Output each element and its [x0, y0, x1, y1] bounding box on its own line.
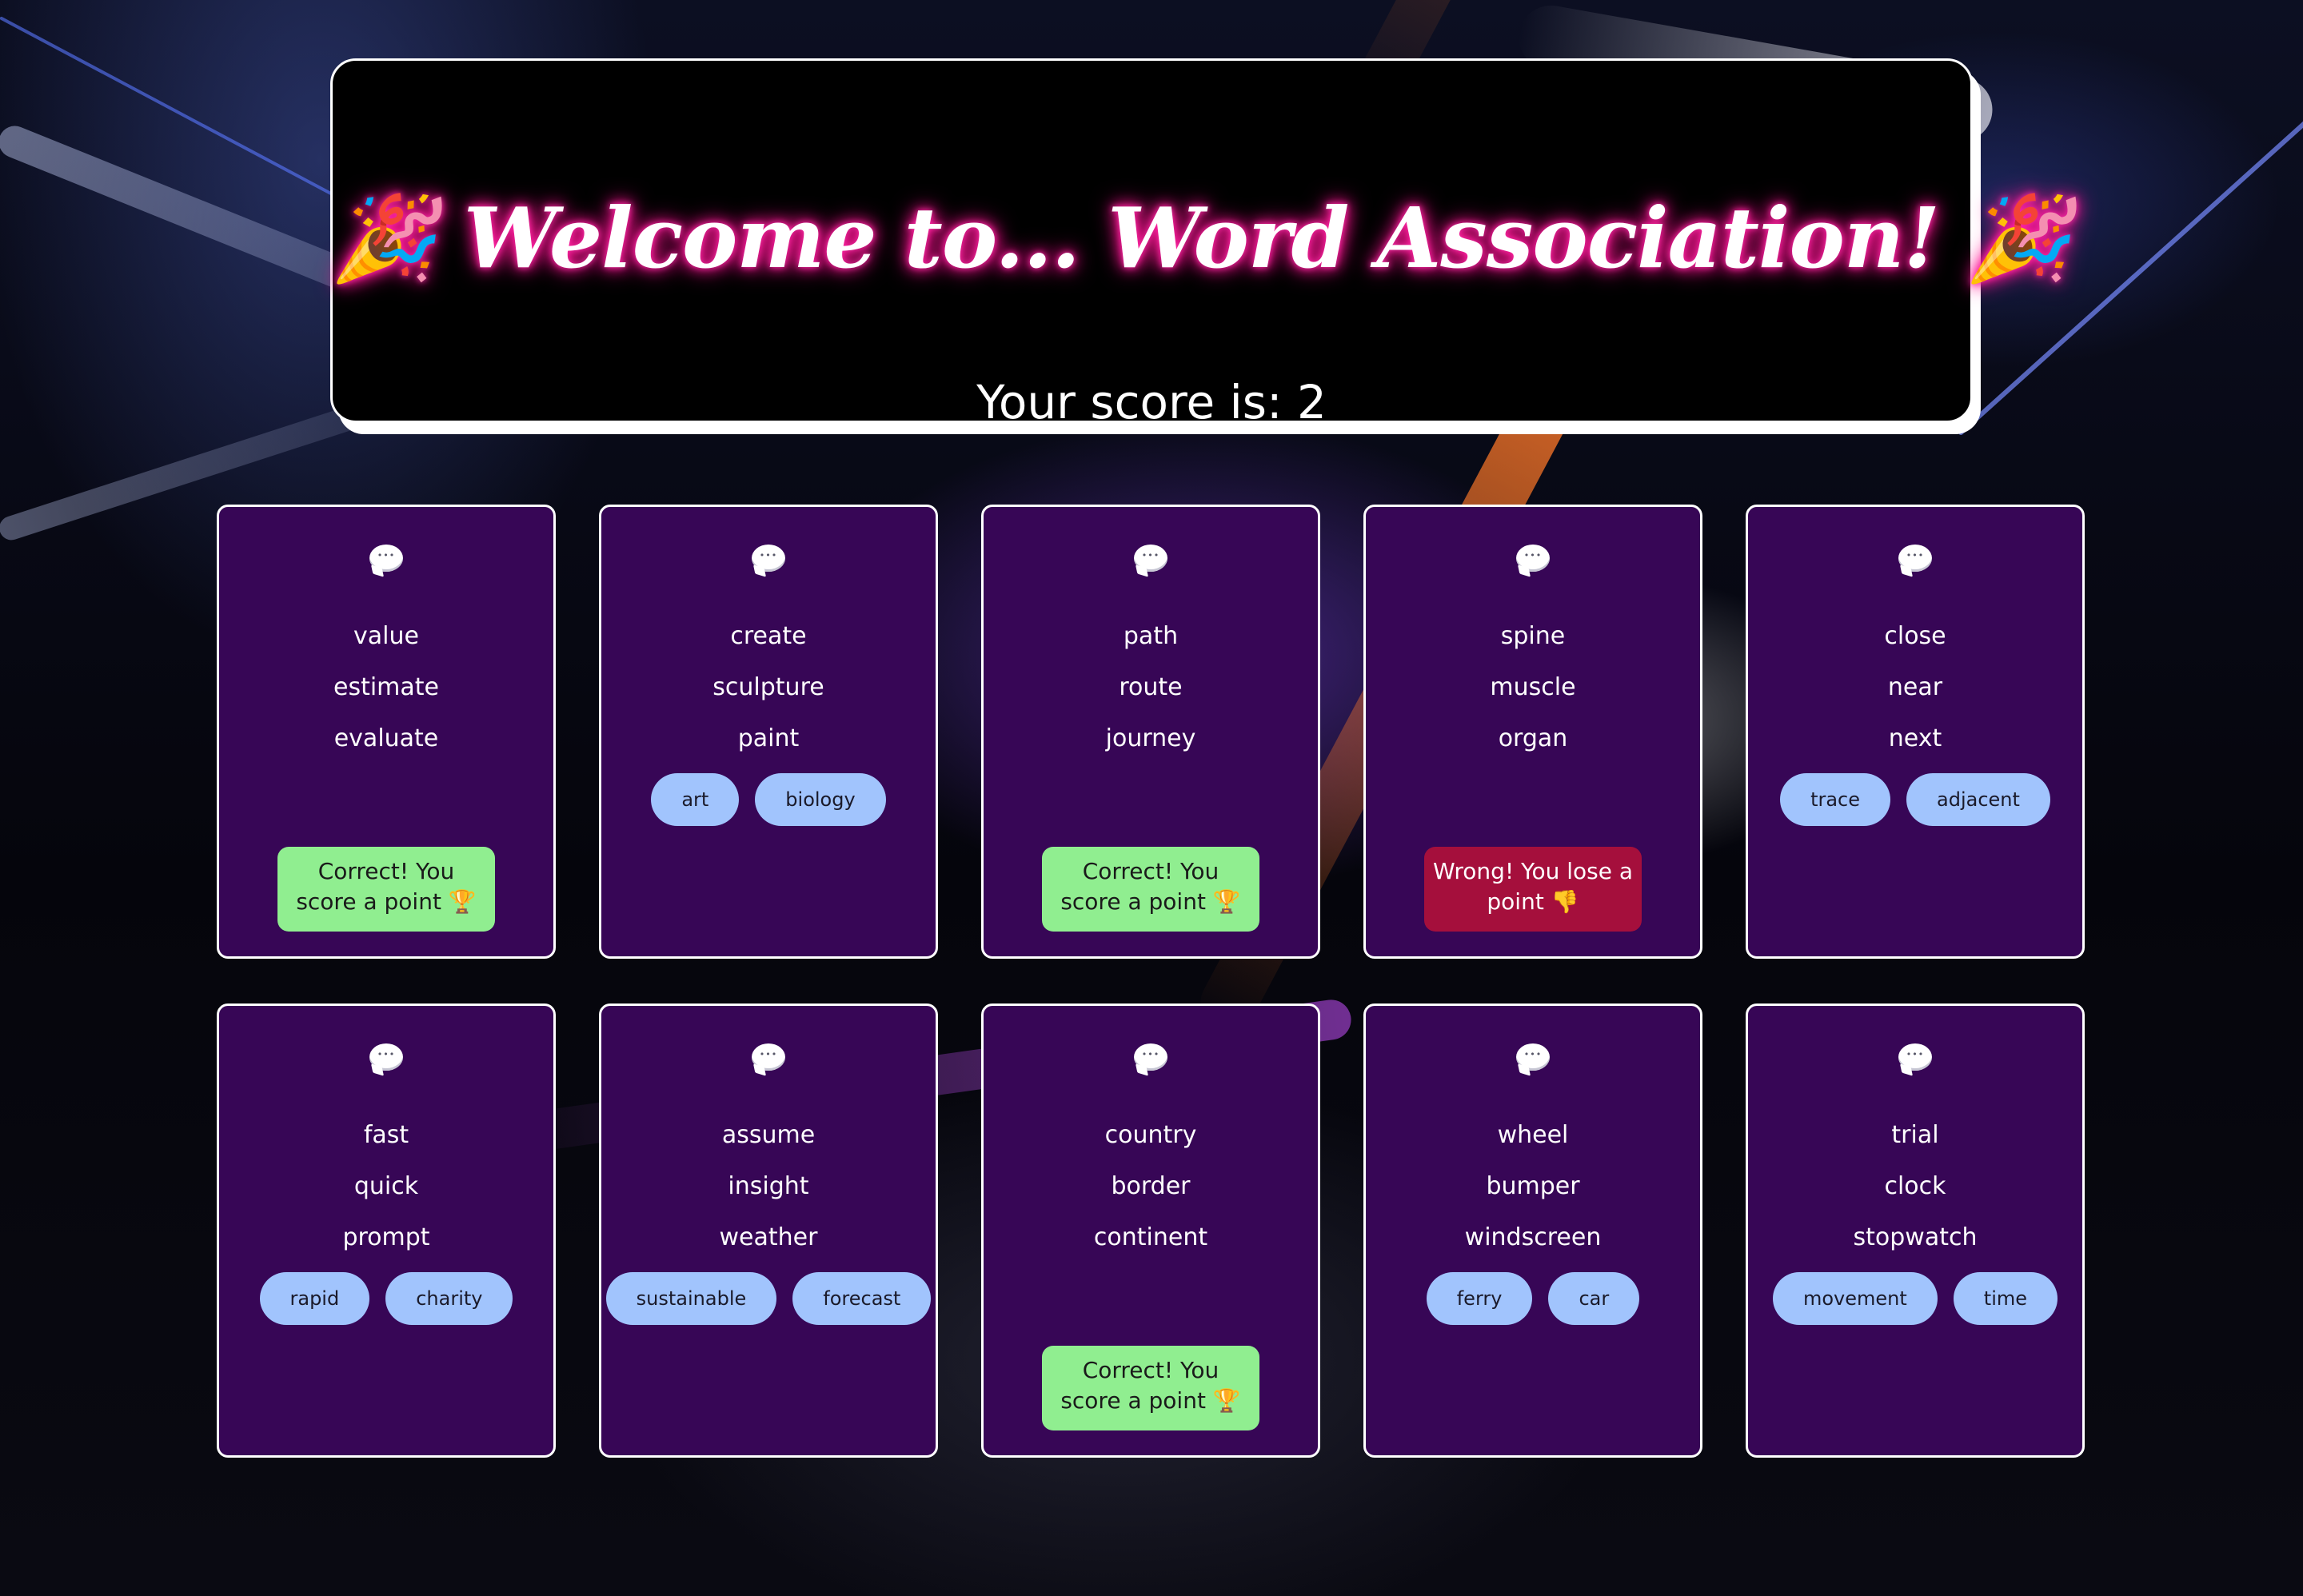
clue-word: assume: [721, 1121, 816, 1149]
answer-options: movement time: [1748, 1272, 2082, 1325]
clue-word: bumper: [1486, 1172, 1580, 1200]
speech-bubble-icon: [1366, 1039, 1700, 1076]
clue-word: trial: [1891, 1121, 1939, 1149]
correct-result-badge: Correct! You score a point 🏆: [1042, 847, 1259, 932]
clue-words: assume insight weather: [601, 1110, 936, 1263]
speech-bubble-icon: [1748, 541, 2082, 577]
clue-word: muscle: [1490, 673, 1576, 701]
score-display: Your score is: 2: [976, 375, 1327, 429]
answer-option-button[interactable]: biology: [755, 773, 886, 826]
clue-word: border: [1111, 1172, 1191, 1200]
clue-word: wheel: [1497, 1121, 1569, 1149]
clue-word: journey: [1105, 724, 1196, 752]
answer-option-button[interactable]: adjacent: [1906, 773, 2050, 826]
word-card: wheel bumper windscreen ferry car: [1363, 1003, 1702, 1458]
speech-bubble-icon: [601, 1039, 936, 1076]
word-card: assume insight weather sustainable forecast: [599, 1003, 938, 1458]
answer-option-button[interactable]: trace: [1780, 773, 1891, 826]
speech-bubble-icon: [601, 541, 936, 577]
clue-words: close near next: [1748, 611, 2082, 764]
clue-word: country: [1104, 1121, 1197, 1149]
word-card: spine muscle organ Wrong! You lose a point …: [1363, 505, 1702, 959]
clue-word: prompt: [342, 1223, 430, 1251]
clue-words: path route journey: [984, 611, 1318, 764]
clue-words: wheel bumper windscreen: [1366, 1110, 1700, 1263]
clue-word: windscreen: [1464, 1223, 1602, 1251]
clue-word: insight: [728, 1172, 809, 1200]
correct-result-badge: Correct! You score a point 🏆: [277, 847, 495, 932]
answer-options: art biology: [601, 773, 936, 826]
clue-word: evaluate: [333, 724, 439, 752]
answer-option-button[interactable]: charity: [385, 1272, 513, 1325]
answer-option-button[interactable]: ferry: [1426, 1272, 1533, 1325]
speech-bubble-icon: [219, 1039, 553, 1076]
clue-words: country border continent: [984, 1110, 1318, 1263]
word-card: close near next trace adjacent: [1746, 505, 2085, 959]
clue-word: organ: [1498, 724, 1568, 752]
word-card: path route journey Correct! You score a poi…: [981, 505, 1320, 959]
card-grid: value estimate evaluate Correct! You score …: [217, 505, 2088, 1458]
clue-word: create: [730, 622, 807, 650]
header-panel: 🎉 Welcome to... Word Association! 🎉 Your…: [330, 58, 2071, 429]
answer-option-button[interactable]: forecast: [792, 1272, 932, 1325]
clue-words: fast quick prompt: [219, 1110, 553, 1263]
clue-word: sculpture: [712, 673, 824, 701]
page-title: 🎉 Welcome to... Word Association! 🎉: [333, 189, 2071, 287]
clue-words: spine muscle organ: [1366, 611, 1700, 764]
wrong-result-badge: Wrong! You lose a point 👎: [1424, 847, 1642, 932]
clue-word: value: [353, 622, 419, 650]
clue-word: weather: [719, 1223, 818, 1251]
answer-option-button[interactable]: sustainable: [605, 1272, 777, 1325]
answer-option-button[interactable]: rapid: [259, 1272, 370, 1325]
speech-bubble-icon: [1748, 1039, 2082, 1076]
clue-words: trial clock stopwatch: [1748, 1110, 2082, 1263]
answer-options: sustainable forecast: [601, 1272, 936, 1325]
speech-bubble-icon: [984, 541, 1318, 577]
word-card: value estimate evaluate Correct! You score …: [217, 505, 556, 959]
clue-word: stopwatch: [1853, 1223, 1978, 1251]
answer-option-button[interactable]: movement: [1772, 1272, 1938, 1325]
clue-word: spine: [1500, 622, 1566, 650]
clue-word: next: [1888, 724, 1942, 752]
clue-word: fast: [363, 1121, 409, 1149]
answer-options: trace adjacent: [1748, 773, 2082, 826]
correct-result-badge: Correct! You score a point 🏆: [1042, 1346, 1259, 1430]
speech-bubble-icon: [219, 541, 553, 577]
word-card: country border continent Correct! You score…: [981, 1003, 1320, 1458]
clue-word: continent: [1093, 1223, 1208, 1251]
word-card: fast quick prompt rapid charity: [217, 1003, 556, 1458]
word-card: trial clock stopwatch movement time: [1746, 1003, 2085, 1458]
clue-word: clock: [1884, 1172, 1946, 1200]
clue-word: near: [1887, 673, 1943, 701]
answer-option-button[interactable]: car: [1548, 1272, 1640, 1325]
clue-words: value estimate evaluate: [219, 611, 553, 764]
answer-options: ferry car: [1366, 1272, 1700, 1325]
speech-bubble-icon: [1366, 541, 1700, 577]
clue-word: close: [1884, 622, 1946, 650]
clue-words: create sculpture paint: [601, 611, 936, 764]
answer-options: rapid charity: [219, 1272, 553, 1325]
clue-word: route: [1119, 673, 1183, 701]
word-card: create sculpture paint art biology: [599, 505, 938, 959]
clue-word: path: [1123, 622, 1179, 650]
speech-bubble-icon: [984, 1039, 1318, 1076]
answer-option-button[interactable]: art: [651, 773, 740, 826]
clue-word: estimate: [333, 673, 439, 701]
clue-word: quick: [353, 1172, 419, 1200]
answer-option-button[interactable]: time: [1953, 1272, 2058, 1325]
clue-word: paint: [737, 724, 800, 752]
